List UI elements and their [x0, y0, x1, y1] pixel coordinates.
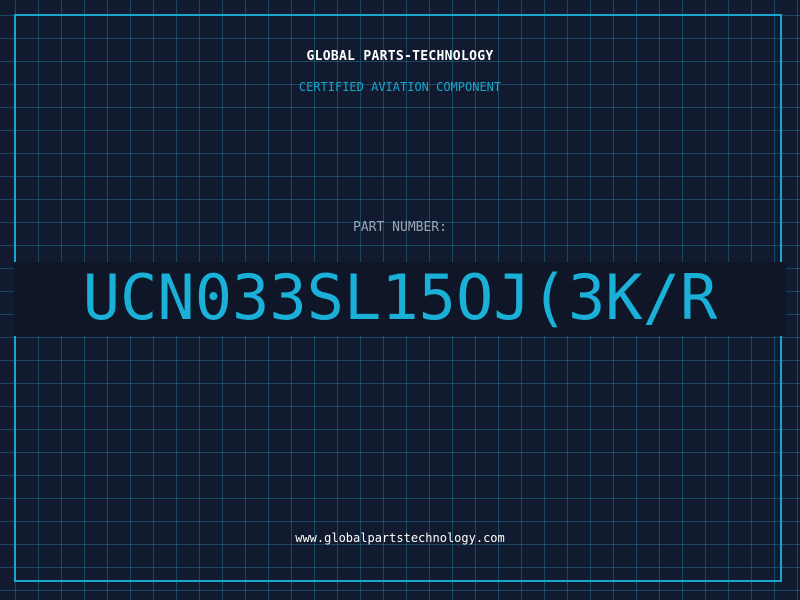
certification-subtitle: CERTIFIED AVIATION COMPONENT [298, 80, 502, 94]
brand-title: GLOBAL PARTS-TECHNOLOGY [306, 49, 494, 64]
label-card: GLOBAL PARTS-TECHNOLOGY CERTIFIED AVIATI… [0, 0, 800, 600]
part-number-value: UCN033SL15OJ(3K/R [82, 261, 718, 334]
website-url: www.globalpartstechnology.com [295, 531, 505, 545]
part-number-label: PART NUMBER: [353, 220, 447, 235]
